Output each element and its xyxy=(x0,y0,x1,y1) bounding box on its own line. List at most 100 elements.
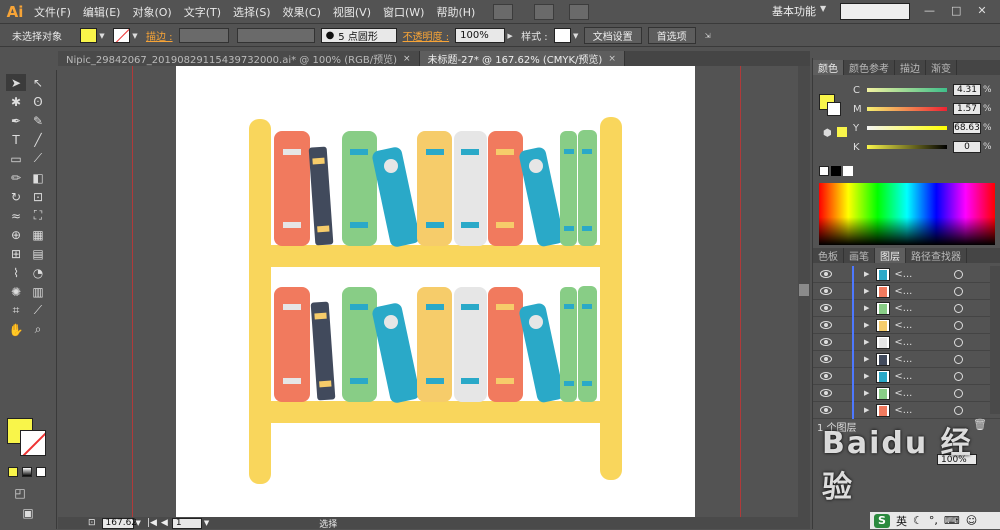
menu-view[interactable]: 视图(V) xyxy=(327,4,377,20)
expand-triangle-icon[interactable]: ▶ xyxy=(864,287,869,295)
brush-dropdown[interactable]: ● 5 点圆形 xyxy=(320,28,397,43)
stroke-color-box[interactable] xyxy=(20,430,46,456)
keyboard-icon[interactable]: ⌨ xyxy=(944,514,960,527)
eraser-tool-icon[interactable]: ◧ xyxy=(28,169,48,186)
artboard-tool-icon[interactable]: ⌗ xyxy=(6,302,26,319)
k-slider[interactable] xyxy=(867,145,947,149)
chevron-down-icon[interactable]: ▼ xyxy=(571,28,581,43)
tab-gradient[interactable]: 渐变 xyxy=(926,60,957,75)
tab-color-guide[interactable]: 颜色参考 xyxy=(844,60,895,75)
expand-triangle-icon[interactable]: ▶ xyxy=(864,372,869,380)
expand-triangle-icon[interactable]: ▶ xyxy=(864,389,869,397)
first-artboard-icon[interactable]: |◀ xyxy=(147,518,157,528)
layer-row[interactable]: ▶ <... xyxy=(813,265,1000,283)
scrollbar-thumb[interactable] xyxy=(799,284,809,296)
pencil-tool-icon[interactable]: ✏ xyxy=(6,169,26,186)
layer-row[interactable]: ▶ <... xyxy=(813,282,1000,300)
eye-icon[interactable] xyxy=(820,287,832,295)
y-slider[interactable] xyxy=(867,126,947,130)
style-swatch[interactable] xyxy=(553,28,571,43)
search-input[interactable] xyxy=(840,3,910,20)
variable-width-dropdown[interactable] xyxy=(236,28,315,43)
vertical-scrollbar[interactable] xyxy=(798,66,810,517)
expand-triangle-icon[interactable]: ▶ xyxy=(864,304,869,312)
layer-row[interactable]: ▶ <... xyxy=(813,316,1000,334)
hand-tool-icon[interactable]: ✋ xyxy=(6,321,26,338)
ime-language[interactable]: 英 xyxy=(896,513,907,529)
align-icon[interactable]: ⇲ xyxy=(699,28,717,43)
zoom-field[interactable]: 167.62 xyxy=(101,517,137,529)
layer-row[interactable]: ▶ <... xyxy=(813,299,1000,317)
workspace-switcher[interactable]: 基本功能 xyxy=(772,3,816,19)
artboard-field[interactable]: 1 xyxy=(171,517,202,529)
rectangle-tool-icon[interactable]: ▭ xyxy=(6,150,26,167)
stroke-swatch[interactable] xyxy=(113,28,130,43)
zoom-tool-icon[interactable]: ⌕ xyxy=(28,321,48,338)
menu-help[interactable]: 帮助(H) xyxy=(430,4,481,20)
punctuation-icon[interactable]: °, xyxy=(929,514,938,527)
sogou-ime-icon[interactable]: S xyxy=(874,513,890,528)
target-icon[interactable] xyxy=(954,337,964,347)
type-tool-icon[interactable]: T xyxy=(6,131,26,148)
menu-edit[interactable]: 编辑(E) xyxy=(77,4,127,20)
free-transform-tool-icon[interactable]: ⛶ xyxy=(28,207,48,224)
opacity-field[interactable]: 100% xyxy=(455,28,506,43)
chevron-down-icon[interactable]: ▼ xyxy=(136,519,141,527)
symbol-sprayer-tool-icon[interactable]: ✺ xyxy=(6,283,26,300)
canvas-area[interactable] xyxy=(58,66,798,517)
layer-row[interactable]: ▶ <... xyxy=(813,384,1000,402)
prev-artboard-icon[interactable]: ◀ xyxy=(161,518,168,528)
line-tool-icon[interactable]: ╱ xyxy=(28,131,48,148)
target-icon[interactable] xyxy=(954,388,964,398)
eye-icon[interactable] xyxy=(820,338,832,346)
tab-pathfinder[interactable]: 路径查找器 xyxy=(906,248,967,263)
eye-icon[interactable] xyxy=(820,321,832,329)
eye-icon[interactable] xyxy=(820,406,832,414)
black-swatch[interactable] xyxy=(831,166,841,176)
none-mode-button[interactable] xyxy=(36,467,46,477)
chevron-down-icon[interactable]: ▼ xyxy=(97,28,107,43)
eye-icon[interactable] xyxy=(820,389,832,397)
layer-row[interactable]: ▶ <... xyxy=(813,401,1000,419)
menu-window[interactable]: 窗口(W) xyxy=(377,4,430,20)
menu-select[interactable]: 选择(S) xyxy=(227,4,277,20)
screen-mode-icon[interactable]: ▣ xyxy=(18,504,38,521)
layer-name[interactable]: <... xyxy=(894,405,944,416)
chevron-down-icon[interactable]: ▼ xyxy=(204,519,209,527)
blend-tool-icon[interactable]: ◔ xyxy=(28,264,48,281)
m-value[interactable]: 1.57 xyxy=(953,103,981,115)
gradient-tool-icon[interactable]: ▤ xyxy=(28,245,48,262)
c-slider[interactable] xyxy=(867,88,947,92)
eye-icon[interactable] xyxy=(820,304,832,312)
magic-wand-tool-icon[interactable]: ✱ xyxy=(6,93,26,110)
curvature-tool-icon[interactable]: ✎ xyxy=(28,112,48,129)
eye-icon[interactable] xyxy=(820,270,832,278)
paintbrush-tool-icon[interactable]: ⟋ xyxy=(28,150,48,167)
expand-triangle-icon[interactable]: ▶ xyxy=(864,406,869,414)
close-icon[interactable]: × xyxy=(403,54,411,64)
target-icon[interactable] xyxy=(954,405,964,415)
bookshelf-illustration[interactable] xyxy=(176,66,695,517)
menu-file[interactable]: 文件(F) xyxy=(28,4,77,20)
tab-swatches[interactable]: 色板 xyxy=(813,248,844,263)
in-gamut-swatch[interactable] xyxy=(837,127,847,137)
arrange-documents-icon[interactable] xyxy=(534,3,555,20)
opacity-label[interactable]: 不透明度 : xyxy=(403,28,450,43)
maximize-icon[interactable]: □ xyxy=(951,4,961,17)
layer-name[interactable]: <... xyxy=(894,371,944,382)
layer-name[interactable]: <... xyxy=(894,269,944,280)
k-value[interactable]: 0 xyxy=(953,141,981,153)
tab-document-1[interactable]: Nipic_29842067_20190829115439732000.ai* … xyxy=(58,51,420,66)
color-mode-button[interactable] xyxy=(8,467,18,477)
c-value[interactable]: 4.31 xyxy=(953,84,981,96)
none-swatch[interactable] xyxy=(819,166,829,176)
lasso-tool-icon[interactable]: ʘ xyxy=(28,93,48,110)
expand-triangle-icon[interactable]: ▶ xyxy=(864,338,869,346)
target-icon[interactable] xyxy=(954,303,964,313)
moon-icon[interactable]: ☾ xyxy=(913,514,923,527)
m-slider[interactable] xyxy=(867,107,947,111)
tab-brushes[interactable]: 画笔 xyxy=(844,248,875,263)
expand-triangle-icon[interactable]: ▶ xyxy=(864,270,869,278)
chevron-down-icon[interactable]: ▼ xyxy=(130,28,140,43)
close-icon[interactable]: ✕ xyxy=(977,4,986,17)
